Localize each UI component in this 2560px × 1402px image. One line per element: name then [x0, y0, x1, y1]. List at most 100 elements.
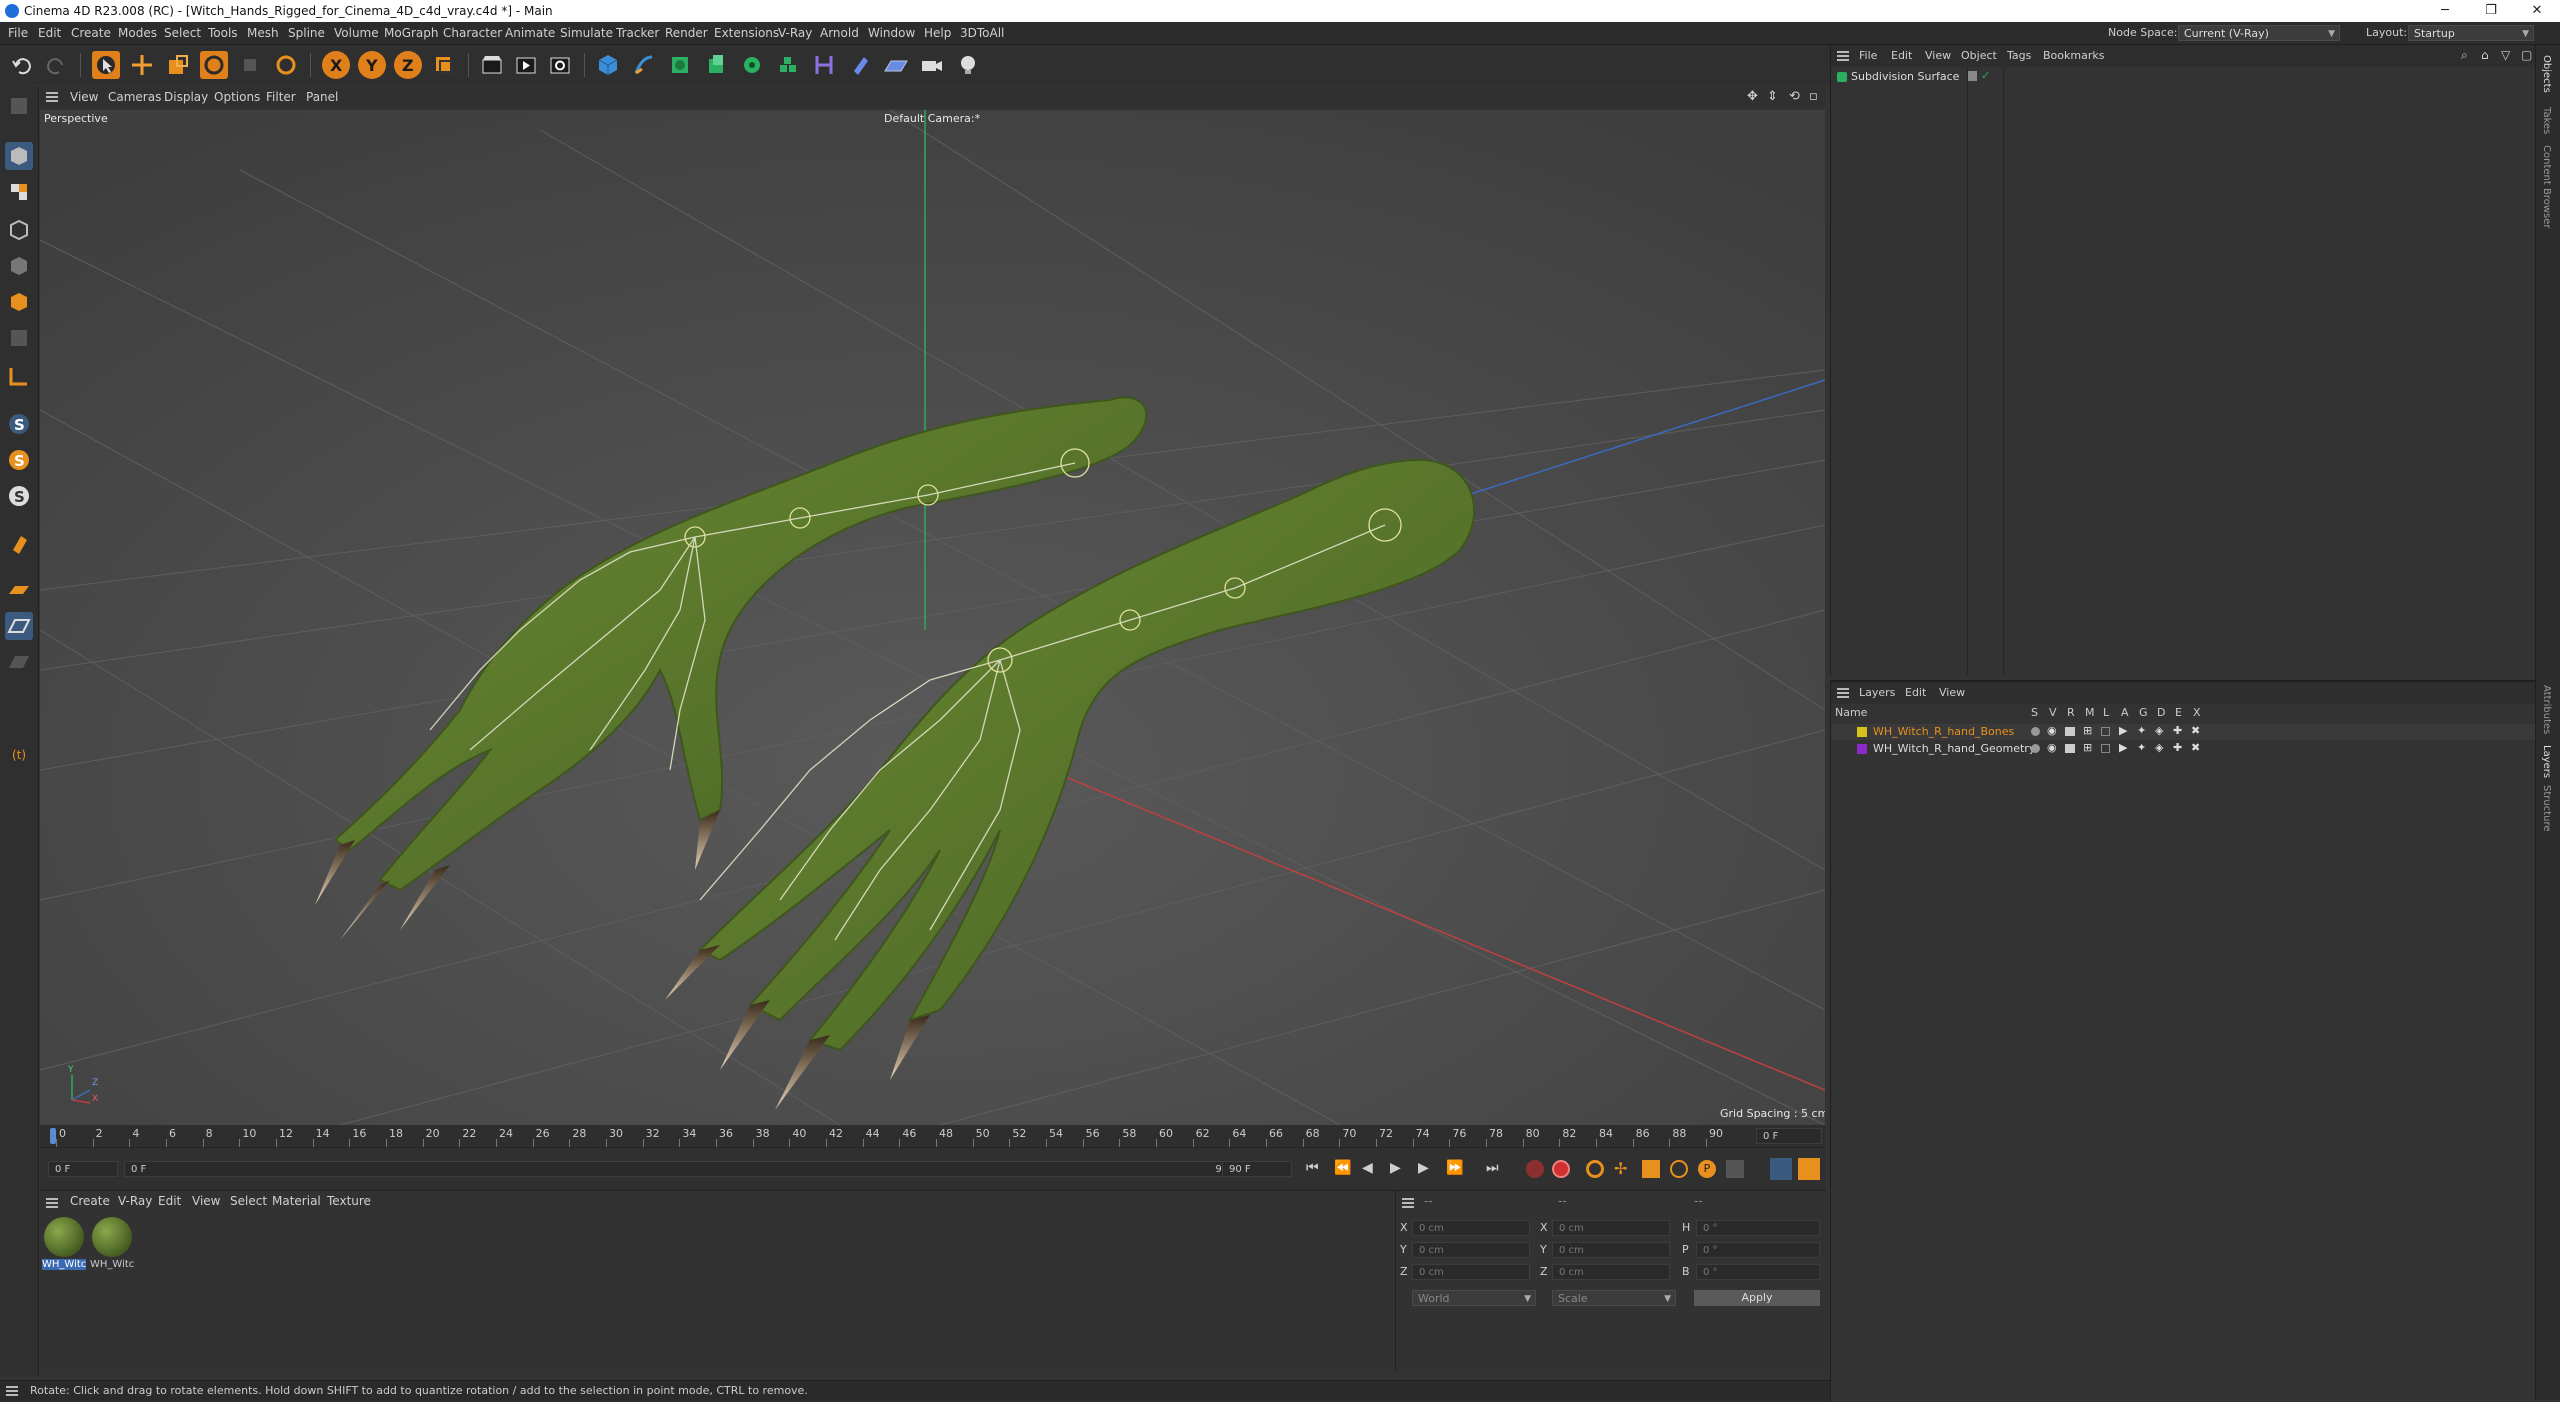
- soft-selection-button[interactable]: S: [5, 446, 33, 474]
- move-view-icon[interactable]: ✥: [1747, 89, 1758, 104]
- size-mode-select[interactable]: Scale ▼: [1552, 1290, 1676, 1306]
- extrude-button[interactable]: [702, 51, 730, 79]
- recent-tool-button[interactable]: [236, 51, 264, 79]
- cloner-button[interactable]: [738, 51, 766, 79]
- menu-volume[interactable]: Volume: [334, 26, 379, 40]
- keyframe-pla-icon[interactable]: P: [1698, 1160, 1716, 1178]
- col-render[interactable]: R: [2067, 706, 2075, 719]
- col-solo[interactable]: S: [2031, 706, 2038, 719]
- node-space-select[interactable]: Current (V-Ray) ▼: [2178, 25, 2340, 41]
- deformer-toggle-icon[interactable]: ◈: [2155, 741, 2163, 754]
- lock-workplane-button[interactable]: [5, 648, 33, 676]
- tab-attributes[interactable]: Attributes: [2541, 685, 2552, 734]
- search-icon[interactable]: ⌕: [2461, 48, 2468, 63]
- layer-color-swatch[interactable]: [1857, 727, 1867, 737]
- solo-toggle-icon[interactable]: [2031, 727, 2040, 736]
- render-region-button[interactable]: [478, 51, 506, 79]
- menu-arnold[interactable]: Arnold: [820, 26, 859, 40]
- eye-icon[interactable]: ◉: [2047, 741, 2057, 754]
- next-frame-icon[interactable]: ▶: [1418, 1160, 1429, 1176]
- pos-z-field[interactable]: 0 cm: [1412, 1264, 1530, 1280]
- enabled-check-icon[interactable]: ✓: [1981, 69, 1990, 82]
- viewport-projection-label[interactable]: Perspective: [44, 112, 108, 125]
- viewport-menu-view[interactable]: View: [70, 90, 98, 104]
- polygons-mode-button[interactable]: [5, 288, 33, 316]
- menu-file[interactable]: File: [8, 26, 28, 40]
- edges-mode-button[interactable]: [5, 252, 33, 280]
- timeline-ruler[interactable]: 0 2 4 6 8 10 12 14 16 18 20 22 24 26 28 30 32 34 36 38 40 42 4…: [40, 1125, 1825, 1147]
- tab-content-browser[interactable]: Content Browser: [2541, 145, 2552, 228]
- undo-button[interactable]: [8, 51, 36, 79]
- generator-toggle-icon[interactable]: ✦: [2137, 724, 2146, 737]
- col-view[interactable]: V: [2049, 706, 2057, 719]
- expression-toggle-icon[interactable]: ✚: [2173, 724, 2182, 737]
- record-icon[interactable]: [1526, 1160, 1544, 1178]
- hamburger-icon[interactable]: [1837, 51, 1849, 61]
- objects-menu-tags[interactable]: Tags: [2007, 49, 2031, 62]
- play-icon[interactable]: ▶: [1390, 1160, 1401, 1176]
- close-button[interactable]: ✕: [2514, 0, 2560, 22]
- light-button[interactable]: [954, 51, 982, 79]
- objects-menu-file[interactable]: File: [1859, 49, 1877, 62]
- menu-extensions[interactable]: Extensions: [714, 26, 779, 40]
- layers-menu-edit[interactable]: Edit: [1905, 686, 1926, 699]
- floor-grid-button[interactable]: [5, 612, 33, 640]
- material-swatch[interactable]: WH_Witc: [90, 1215, 134, 1275]
- rot-p-field[interactable]: 0 °: [1696, 1242, 1820, 1258]
- previous-frame-icon[interactable]: ◀: [1362, 1160, 1373, 1176]
- manager-toggle-icon[interactable]: ⊞: [2083, 724, 2092, 737]
- keyframe-position-icon[interactable]: ✢: [1614, 1160, 1632, 1178]
- col-animation[interactable]: A: [2121, 706, 2129, 719]
- menu-help[interactable]: Help: [924, 26, 951, 40]
- hamburger-icon[interactable]: [6, 1386, 18, 1396]
- viewport-menu-cameras[interactable]: Cameras: [108, 90, 161, 104]
- tab-takes[interactable]: Takes: [2541, 107, 2552, 134]
- hamburger-icon[interactable]: [46, 92, 58, 102]
- solo-toggle-icon[interactable]: [2031, 744, 2040, 753]
- menu-simulate[interactable]: Simulate: [560, 26, 613, 40]
- menu-3dtoall[interactable]: 3DToAll: [960, 26, 1004, 40]
- pos-x-field[interactable]: 0 cm: [1412, 1220, 1530, 1236]
- layers-menu-layers[interactable]: Layers: [1859, 686, 1895, 699]
- menu-spline[interactable]: Spline: [288, 26, 325, 40]
- current-frame-field[interactable]: 0 F: [1756, 1128, 1822, 1144]
- render-settings-button[interactable]: [546, 51, 574, 79]
- render-toggle-icon[interactable]: [2065, 727, 2075, 736]
- uv-mode-button[interactable]: [5, 324, 33, 352]
- col-generators[interactable]: G: [2139, 706, 2148, 719]
- animation-toggle-icon[interactable]: ▶: [2119, 724, 2127, 737]
- size-z-field[interactable]: 0 cm: [1552, 1264, 1670, 1280]
- lock-toggle-icon[interactable]: [2101, 744, 2110, 753]
- floor-button[interactable]: [882, 51, 910, 79]
- size-x-field[interactable]: 0 cm: [1552, 1220, 1670, 1236]
- camera-button[interactable]: [918, 51, 946, 79]
- pen-spline-button[interactable]: [630, 51, 658, 79]
- cube-button[interactable]: [594, 51, 622, 79]
- mograph-button[interactable]: [774, 51, 802, 79]
- expression-toggle-icon[interactable]: ✚: [2173, 741, 2182, 754]
- 3d-viewport[interactable]: Perspective Default Camera:* Y Z X Grid …: [40, 110, 1825, 1125]
- timeline-marker-button[interactable]: (t): [5, 740, 33, 768]
- manager-toggle-icon[interactable]: ⊞: [2083, 741, 2092, 754]
- lock-toggle-icon[interactable]: [2101, 727, 2110, 736]
- workplane-button[interactable]: [5, 362, 33, 390]
- material-menu-material[interactable]: Material: [272, 1194, 321, 1208]
- tab-structure[interactable]: Structure: [2541, 785, 2552, 832]
- deformer-toggle-icon[interactable]: ◈: [2155, 724, 2163, 737]
- field-button[interactable]: [846, 51, 874, 79]
- coordinate-space-select[interactable]: World ▼: [1412, 1290, 1536, 1306]
- col-locked[interactable]: L: [2103, 706, 2109, 719]
- rotate-alt-button[interactable]: [272, 51, 300, 79]
- col-name[interactable]: Name: [1835, 706, 1867, 719]
- previous-key-icon[interactable]: ⏪: [1334, 1160, 1351, 1176]
- layer-row[interactable]: WH_Witch_R_hand_Bones ◉ ⊞ ▶ ✦ ◈ ✚ ✖: [1831, 724, 2536, 740]
- rot-h-field[interactable]: 0 °: [1696, 1220, 1820, 1236]
- eye-icon[interactable]: ◉: [2047, 724, 2057, 737]
- material-menu-select[interactable]: Select: [230, 1194, 267, 1208]
- end-frame-field[interactable]: 90 F: [1222, 1161, 1292, 1177]
- object-row[interactable]: Subdivision Surface ✓: [1831, 69, 2536, 85]
- autokey-icon[interactable]: [1552, 1160, 1570, 1178]
- maximize-view-icon[interactable]: ▫: [1809, 89, 1818, 104]
- material-menu-vray[interactable]: V-Ray: [118, 1194, 152, 1208]
- xref-toggle-icon[interactable]: ✖: [2191, 724, 2200, 737]
